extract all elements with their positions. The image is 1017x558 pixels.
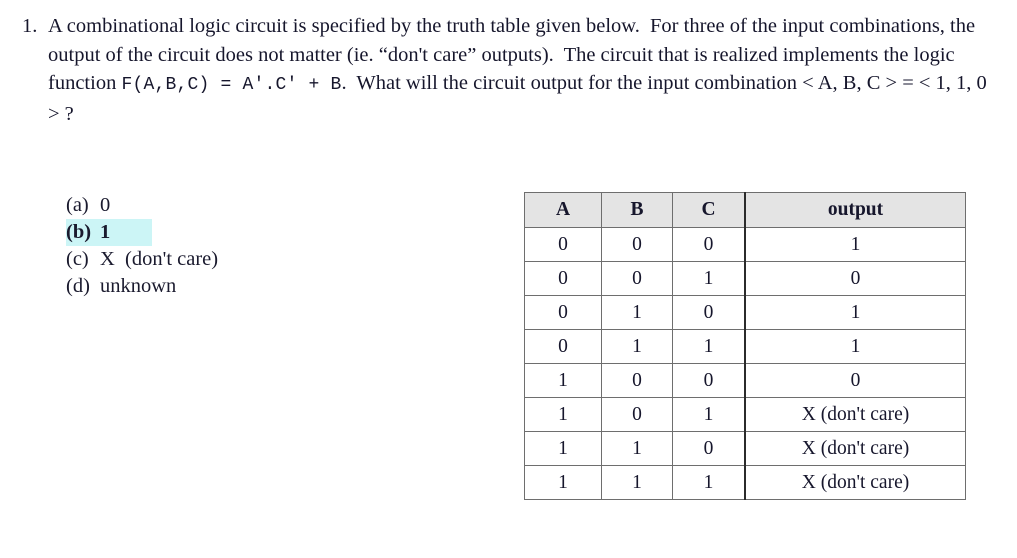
cell-output: 0	[744, 363, 966, 398]
cell-c: 0	[672, 363, 746, 398]
cell-output: 0	[744, 261, 966, 296]
table-row: 1 0 1 X (don't care)	[524, 397, 966, 432]
answer-option-b-text: 1	[100, 221, 111, 243]
question-period: .	[341, 72, 347, 94]
cell-c: 1	[672, 465, 746, 500]
table-row: 1 1 1 X (don't care)	[524, 465, 966, 500]
cell-a: 1	[524, 431, 602, 466]
cell-b: 1	[601, 295, 673, 330]
table-row: 0 0 1 0	[524, 261, 966, 296]
answer-option-a[interactable]: (a) 0	[66, 192, 110, 219]
question-sentence-1: A combinational logic circuit is specifi…	[48, 15, 640, 37]
answer-option-a-text: 0	[100, 194, 111, 216]
answer-option-b-key: (b)	[66, 221, 92, 243]
cell-a: 1	[524, 397, 602, 432]
answer-option-b[interactable]: (b) 1	[66, 219, 153, 246]
answer-option-c[interactable]: (c) X (don't care)	[66, 246, 218, 273]
cell-output: 1	[744, 227, 966, 262]
cell-a: 0	[524, 227, 602, 262]
table-row: 1 1 0 X (don't care)	[524, 431, 966, 466]
cell-a: 0	[524, 295, 602, 330]
truth-table-header-row: A B C output	[524, 192, 966, 228]
table-row: 0 0 0 1	[524, 227, 966, 262]
cell-b: 0	[601, 397, 673, 432]
answer-option-d[interactable]: (d) unknown	[66, 273, 176, 300]
cell-b: 1	[601, 431, 673, 466]
answer-option-a-key: (a)	[66, 194, 89, 216]
answer-choice-list: (a) 0 (b) 1 (c) X (don't care) (d) unknown	[66, 192, 218, 300]
cell-output: X (don't care)	[744, 465, 966, 500]
cell-c: 1	[672, 329, 746, 364]
cell-output: X (don't care)	[744, 431, 966, 466]
answer-option-d-key: (d)	[66, 275, 90, 297]
cell-b: 1	[601, 465, 673, 500]
truth-table-header-b: B	[601, 192, 673, 228]
cell-c: 1	[672, 261, 746, 296]
question-block: 1. A combinational logic circuit is spec…	[22, 12, 987, 128]
table-row: 1 0 0 0	[524, 363, 966, 398]
question-number: 1.	[22, 15, 38, 37]
cell-b: 0	[601, 261, 673, 296]
question-text: A combinational logic circuit is specifi…	[48, 12, 987, 128]
truth-table-body: 0 0 0 1 0 0 1 0 0 1 0 1 0 1 1 1 1 0 0 0 …	[524, 227, 966, 500]
question-sentence-4: What will the circuit output for the inp…	[356, 72, 798, 94]
answer-option-c-key: (c)	[66, 248, 89, 270]
truth-table-container: A B C output 0 0 0 1 0 0 1 0 0 1 0 1 0 1…	[524, 192, 966, 500]
cell-output: 1	[744, 329, 966, 364]
logic-function-expression: F(A,B,C) = A'.C' + B	[121, 75, 342, 95]
cell-output: 1	[744, 295, 966, 330]
answer-option-d-text: unknown	[100, 275, 177, 297]
cell-c: 1	[672, 397, 746, 432]
truth-table-header-a: A	[524, 192, 602, 228]
table-row: 0 1 0 1	[524, 295, 966, 330]
cell-c: 0	[672, 295, 746, 330]
cell-c: 0	[672, 431, 746, 466]
truth-table-header-c: C	[672, 192, 746, 228]
cell-b: 1	[601, 329, 673, 364]
cell-output: X (don't care)	[744, 397, 966, 432]
cell-b: 0	[601, 227, 673, 262]
cell-a: 0	[524, 261, 602, 296]
table-row: 0 1 1 1	[524, 329, 966, 364]
cell-a: 0	[524, 329, 602, 364]
cell-a: 1	[524, 465, 602, 500]
truth-table-header-output: output	[744, 192, 966, 228]
answer-option-c-text: X (don't care)	[100, 248, 219, 270]
cell-b: 0	[601, 363, 673, 398]
cell-c: 0	[672, 227, 746, 262]
cell-a: 1	[524, 363, 602, 398]
truth-table: A B C output 0 0 0 1 0 0 1 0 0 1 0 1 0 1…	[524, 192, 966, 500]
